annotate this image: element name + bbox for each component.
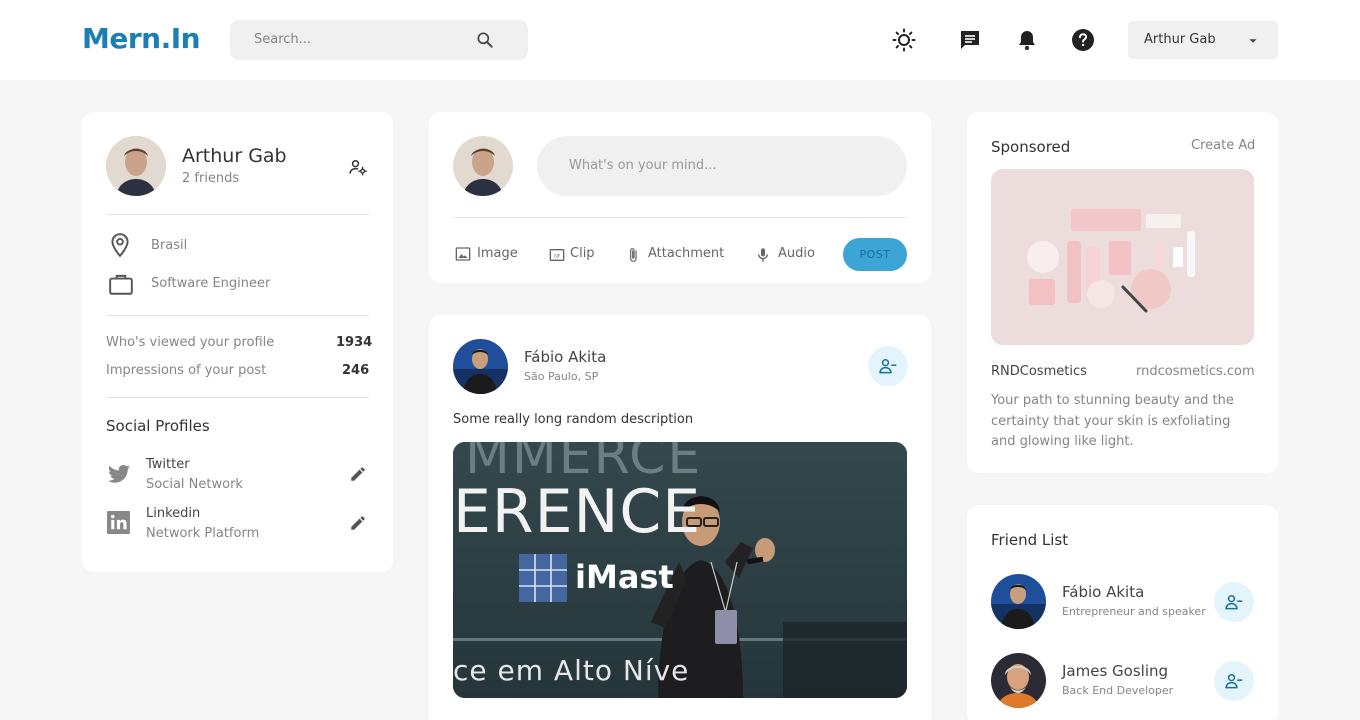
remove-friend-button[interactable] (868, 346, 908, 386)
stat-label: Who's viewed your profile (106, 335, 275, 350)
post-card: Fábio Akita São Paulo, SP Some really lo… (429, 315, 931, 720)
post-button[interactable]: POST (843, 238, 907, 271)
social-name: Linkedin (146, 506, 201, 521)
user-menu-select[interactable]: Arthur Gab (1128, 21, 1278, 59)
caret-down-icon (1249, 39, 1257, 43)
gif-icon: GIF (549, 249, 565, 261)
remove-friend-button[interactable] (1214, 661, 1254, 701)
audio-action-label: Audio (778, 246, 815, 261)
clip-action[interactable]: GIF Clip (547, 244, 607, 266)
post-input-placeholder: What's on your mind... (569, 158, 717, 173)
avatar[interactable] (991, 574, 1046, 629)
profile-location: Brasil (151, 238, 188, 253)
search-input[interactable]: Search... (254, 32, 311, 47)
sponsored-card: Sponsored Create Ad RNDCosmetics rndcosm… (967, 112, 1278, 473)
stat-label: Impressions of your post (106, 363, 267, 378)
briefcase-icon (109, 274, 133, 295)
clip-action-label: Clip (570, 246, 595, 261)
create-ad-link[interactable]: Create Ad (1191, 138, 1255, 153)
friend-count: 2 friends (182, 171, 240, 186)
light-mode-icon[interactable] (892, 28, 916, 52)
avatar[interactable] (453, 136, 513, 196)
manage-account-icon[interactable] (348, 157, 368, 177)
microphone-icon (758, 248, 768, 262)
audio-action[interactable]: Audio (755, 244, 821, 266)
post-image-text-bottom: ce em Alto Níve (453, 654, 690, 687)
image-action[interactable]: Image (453, 244, 523, 266)
social-name: Twitter (146, 457, 190, 472)
social-type: Network Platform (146, 526, 260, 541)
image-action-label: Image (477, 246, 518, 261)
post-image-text-top: ERENCE (453, 477, 702, 547)
friend-list-card: Friend List Fábio Akita Entrepreneur and… (967, 505, 1278, 720)
ad-url[interactable]: rndcosmetics.com (1136, 364, 1255, 379)
search-icon[interactable] (475, 30, 495, 50)
sponsored-title: Sponsored (991, 138, 1071, 156)
ad-brand-name[interactable]: RNDCosmetics (991, 364, 1087, 379)
stat-value: 246 (342, 363, 370, 378)
twitter-icon[interactable] (106, 462, 132, 486)
top-navbar: Mern.In Search... Arthur Gab (0, 0, 1360, 80)
help-icon[interactable] (1071, 28, 1095, 52)
divider (453, 217, 907, 218)
user-menu-name: Arthur Gab (1144, 32, 1216, 47)
edit-icon[interactable] (349, 465, 367, 483)
social-profiles-title: Social Profiles (106, 417, 210, 435)
attachment-action-label: Attachment (648, 246, 725, 261)
divider (106, 214, 369, 215)
attachment-action[interactable]: Attachment (625, 244, 729, 266)
edit-icon[interactable] (349, 514, 367, 532)
post-description: Some really long random description (453, 412, 694, 427)
divider (106, 397, 369, 398)
svg-text:GIF: GIF (554, 253, 561, 258)
post-image-brand: iMast (575, 558, 674, 596)
divider (106, 315, 369, 316)
stat-value: 1934 (336, 335, 373, 350)
friend-role: Back End Developer (1062, 684, 1174, 697)
location-icon (111, 233, 129, 258)
friend-list-title: Friend List (991, 531, 1069, 549)
post-image[interactable]: MMERCE ERENCE iMast ce em Alto Níve (453, 442, 907, 698)
remove-friend-button[interactable] (1214, 582, 1254, 622)
profile-occupation: Software Engineer (151, 276, 271, 291)
friend-role: Entrepreneur and speaker (1062, 605, 1206, 618)
post-input[interactable]: What's on your mind... (537, 136, 907, 196)
image-icon (455, 247, 471, 261)
avatar[interactable] (106, 136, 166, 196)
notification-icon[interactable] (1015, 28, 1039, 52)
ad-image[interactable] (991, 169, 1254, 345)
person-remove-icon (1225, 595, 1243, 610)
ad-description: Your path to stunning beauty and the cer… (991, 393, 1234, 449)
friend-name[interactable]: Fábio Akita (1062, 583, 1144, 601)
friend-name[interactable]: James Gosling (1062, 662, 1168, 680)
person-remove-icon (879, 359, 897, 374)
person-remove-icon (1225, 674, 1243, 689)
profile-name[interactable]: Arthur Gab (182, 145, 287, 167)
profile-card: Arthur Gab 2 friends Brasil Software Eng… (82, 112, 393, 572)
social-type: Social Network (146, 477, 243, 492)
avatar[interactable] (453, 339, 508, 394)
message-icon[interactable] (958, 28, 982, 52)
linkedin-icon[interactable] (106, 510, 131, 535)
app-logo[interactable]: Mern.In (82, 22, 201, 55)
post-author-location: São Paulo, SP (524, 370, 599, 383)
avatar[interactable] (991, 653, 1046, 708)
post-author-name[interactable]: Fábio Akita (524, 348, 606, 366)
attachment-icon (630, 248, 637, 262)
